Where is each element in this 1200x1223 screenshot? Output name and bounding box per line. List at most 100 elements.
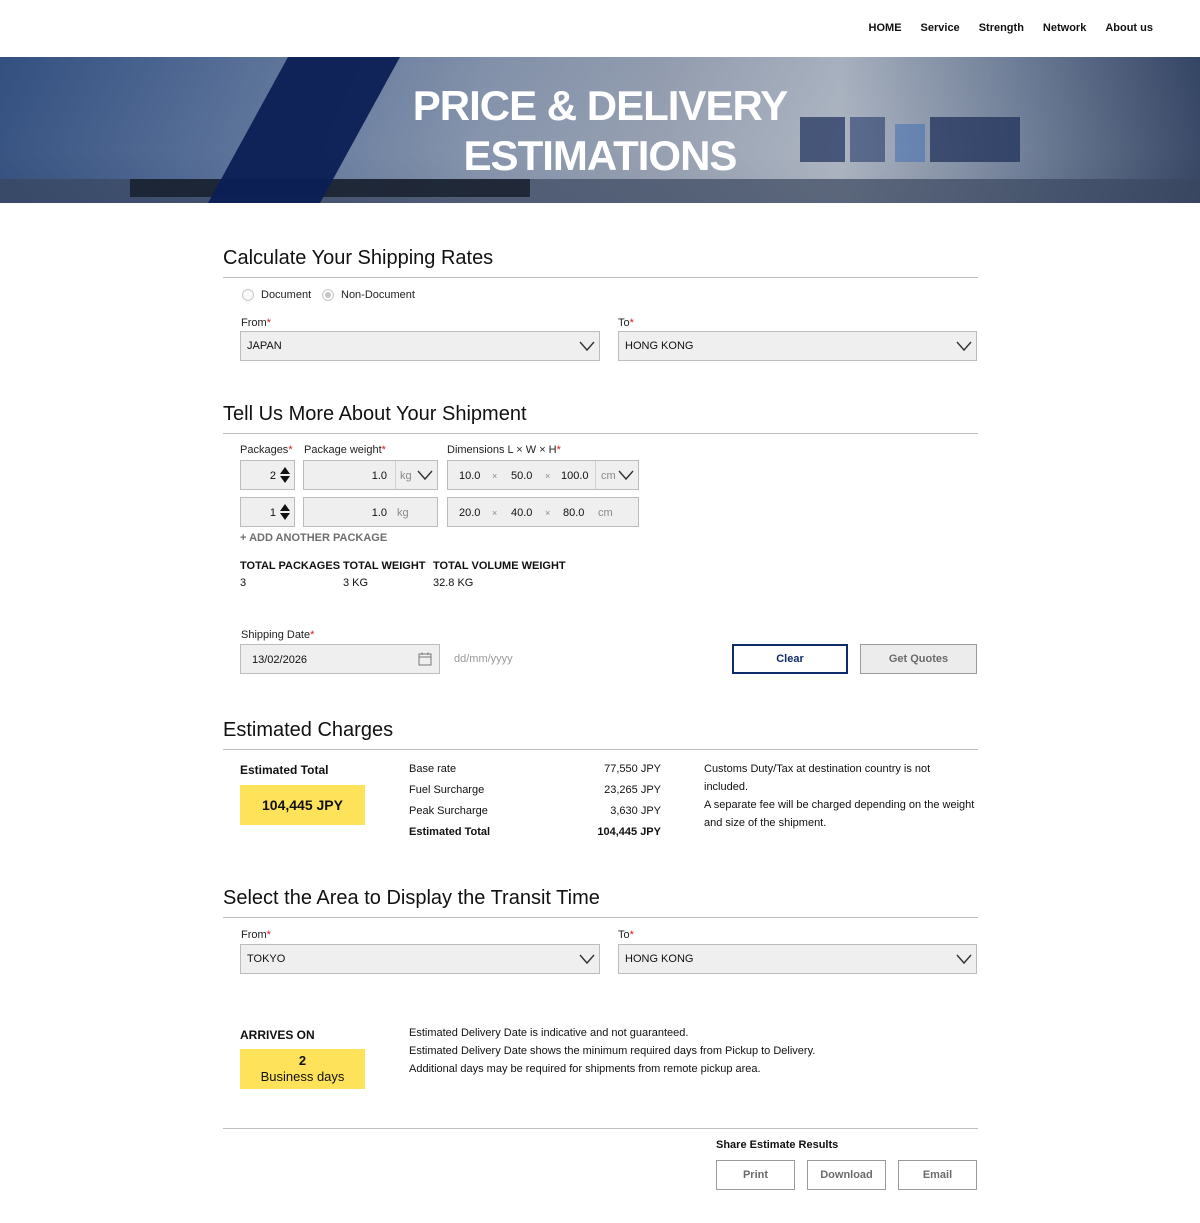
packages-stepper[interactable]: 1 bbox=[240, 497, 295, 527]
dimension-unit-select[interactable]: cm bbox=[601, 470, 616, 482]
chevron-down-icon bbox=[956, 341, 972, 352]
stepper-arrows-icon[interactable] bbox=[280, 467, 290, 483]
business-days-highlight: 2 Business days bbox=[240, 1049, 365, 1089]
shipping-date-label-text: Shipping Date bbox=[241, 629, 311, 641]
packages-label-text: Packages bbox=[240, 444, 289, 456]
weight-unit-select[interactable]: kg bbox=[400, 470, 412, 482]
shipping-date-label: Shipping Date* bbox=[241, 629, 314, 641]
chevron-down-icon[interactable] bbox=[618, 469, 634, 481]
required-mark: * bbox=[288, 444, 293, 456]
charge-value: 77,550 JPY bbox=[604, 763, 661, 775]
required-mark: * bbox=[556, 444, 561, 456]
business-days-text: Business days bbox=[260, 1069, 345, 1084]
dimension-width[interactable]: 40.0 bbox=[511, 507, 532, 519]
stepper-arrows-icon[interactable] bbox=[280, 504, 290, 520]
dimensions-input[interactable]: 10.0 × 50.0 × 100.0 cm bbox=[447, 460, 639, 490]
dimension-length[interactable]: 20.0 bbox=[459, 507, 480, 519]
nav-about-link[interactable]: About us bbox=[1105, 22, 1153, 34]
page-title-line1: PRICE & DELIVERY bbox=[412, 82, 789, 129]
package-weight-value: 1.0 bbox=[371, 507, 387, 519]
transit-to-label-text: To bbox=[618, 929, 630, 941]
get-quotes-button[interactable]: Get Quotes bbox=[860, 644, 977, 674]
dimension-length[interactable]: 10.0 bbox=[459, 470, 480, 482]
non-document-radio[interactable]: Non-Document bbox=[322, 289, 415, 301]
nav-home-link[interactable]: HOME bbox=[869, 22, 902, 34]
from-country-label: From* bbox=[241, 317, 271, 329]
shipping-date-value: 13/02/2026 bbox=[252, 654, 308, 666]
to-country-value: HONG KONG bbox=[625, 340, 694, 352]
to-country-select[interactable]: HONG KONG bbox=[618, 331, 977, 361]
print-button[interactable]: Print bbox=[716, 1160, 795, 1190]
package-weight-input[interactable]: 1.0 kg bbox=[303, 497, 438, 527]
times-sign: × bbox=[492, 471, 498, 481]
total-packages-value: 3 bbox=[240, 577, 247, 589]
document-radio-circle[interactable] bbox=[242, 289, 254, 301]
nav-menu: HOME Service Strength Network About us bbox=[869, 22, 1153, 34]
field-divider bbox=[595, 461, 596, 489]
charge-value: 23,265 JPY bbox=[604, 784, 661, 796]
times-sign: × bbox=[492, 508, 498, 518]
estimated-total-highlight: 104,445 JPY bbox=[240, 785, 365, 825]
email-button[interactable]: Email bbox=[898, 1160, 977, 1190]
transit-to-label: To* bbox=[618, 929, 634, 941]
dimension-width[interactable]: 50.0 bbox=[511, 470, 532, 482]
from-country-label-text: From bbox=[241, 317, 267, 329]
customs-note-line1: Customs Duty/Tax at destination country … bbox=[704, 763, 931, 775]
add-package-link[interactable]: + ADD ANOTHER PACKAGE bbox=[240, 532, 387, 544]
from-country-value: JAPAN bbox=[247, 340, 282, 352]
shipment-heading: Tell Us More About Your Shipment bbox=[223, 403, 978, 434]
charge-label: Base rate bbox=[409, 763, 457, 775]
total-volume-label: TOTAL VOLUME WEIGHT bbox=[433, 560, 566, 572]
chevron-down-icon[interactable] bbox=[417, 469, 433, 481]
charge-label: Estimated Total bbox=[409, 826, 491, 838]
dimension-height[interactable]: 100.0 bbox=[561, 470, 589, 482]
required-mark: * bbox=[266, 929, 271, 941]
non-document-radio-circle[interactable] bbox=[322, 289, 334, 301]
clear-button[interactable]: Clear bbox=[732, 644, 848, 674]
transit-to-select[interactable]: HONG KONG bbox=[618, 944, 977, 974]
total-packages-label: TOTAL PACKAGES bbox=[240, 560, 341, 572]
page-title: PRICE & DELIVERY ESTIMATIONS bbox=[0, 81, 1200, 181]
hero-banner: PRICE & DELIVERY ESTIMATIONS bbox=[0, 57, 1200, 203]
top-navigation: HOME Service Strength Network About us bbox=[0, 0, 1200, 57]
delivery-note-line3: Additional days may be required for ship… bbox=[409, 1063, 761, 1075]
download-button[interactable]: Download bbox=[807, 1160, 886, 1190]
charge-value: 3,630 JPY bbox=[610, 805, 661, 817]
weight-unit-label: kg bbox=[397, 507, 409, 519]
arrives-on-label: ARRIVES ON bbox=[240, 1028, 315, 1042]
calendar-icon[interactable] bbox=[418, 652, 432, 666]
transit-time-heading: Select the Area to Display the Transit T… bbox=[223, 887, 978, 918]
dimensions-input[interactable]: 20.0 × 40.0 × 80.0 cm bbox=[447, 497, 639, 527]
dimension-unit-label: cm bbox=[598, 507, 613, 519]
field-divider bbox=[395, 461, 396, 489]
times-sign: × bbox=[545, 508, 551, 518]
estimated-total-label: Estimated Total bbox=[240, 763, 329, 777]
nav-service-link[interactable]: Service bbox=[921, 22, 960, 34]
charge-row-fuel-surcharge: Fuel Surcharge 23,265 JPY bbox=[409, 784, 661, 796]
document-radio[interactable]: Document bbox=[242, 289, 311, 301]
shipping-date-input[interactable]: 13/02/2026 bbox=[240, 644, 440, 674]
share-results-title: Share Estimate Results bbox=[716, 1139, 839, 1151]
chevron-down-icon bbox=[579, 341, 595, 352]
chevron-down-icon bbox=[956, 954, 972, 965]
package-weight-value: 1.0 bbox=[371, 470, 387, 482]
transit-from-label: From* bbox=[241, 929, 271, 941]
charge-label: Fuel Surcharge bbox=[409, 784, 485, 796]
total-weight-value: 3 KG bbox=[343, 577, 369, 589]
delivery-notes: Estimated Delivery Date is indicative an… bbox=[409, 1024, 969, 1078]
package-weight-label-text: Package weight bbox=[304, 444, 382, 456]
dimension-height[interactable]: 80.0 bbox=[563, 507, 584, 519]
document-radio-label: Document bbox=[261, 289, 312, 301]
from-country-select[interactable]: JAPAN bbox=[240, 331, 600, 361]
packages-count: 1 bbox=[269, 507, 276, 519]
charges-notes: Customs Duty/Tax at destination country … bbox=[704, 760, 979, 832]
page-title-line2: ESTIMATIONS bbox=[463, 132, 738, 179]
package-weight-input[interactable]: 1.0 kg bbox=[303, 460, 438, 490]
charge-label: Peak Surcharge bbox=[409, 805, 488, 817]
charge-row-peak-surcharge: Peak Surcharge 3,630 JPY bbox=[409, 805, 661, 817]
nav-network-link[interactable]: Network bbox=[1043, 22, 1086, 34]
nav-strength-link[interactable]: Strength bbox=[979, 22, 1024, 34]
transit-from-select[interactable]: TOKYO bbox=[240, 944, 600, 974]
shipping-rates-heading: Calculate Your Shipping Rates bbox=[223, 247, 978, 278]
packages-stepper[interactable]: 2 bbox=[240, 460, 295, 490]
